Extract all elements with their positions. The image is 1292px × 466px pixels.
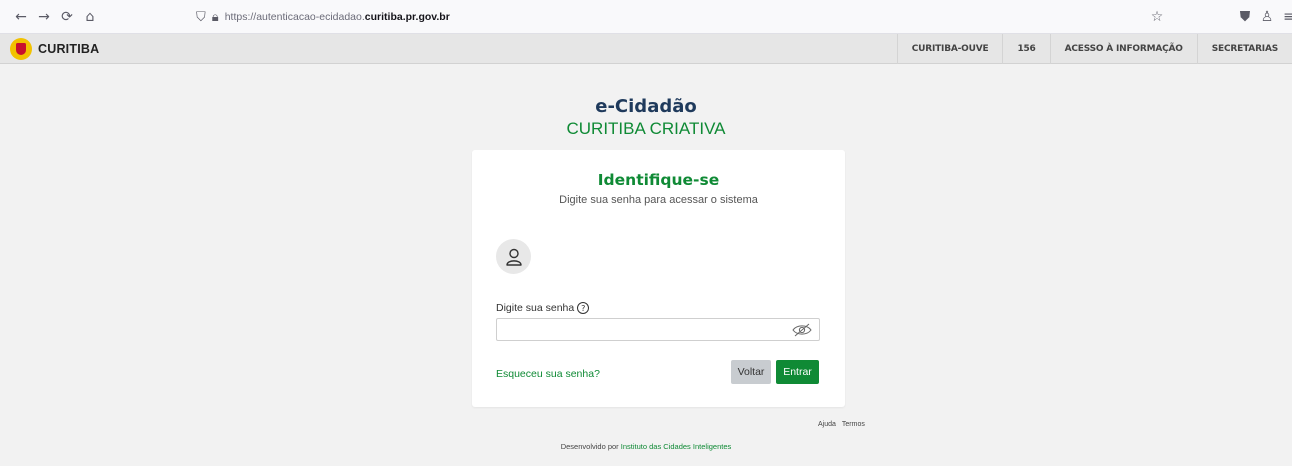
app-subtitle: CURITIBA CRIATIVA	[566, 119, 726, 138]
developed-by-text: Desenvolvido por	[560, 442, 619, 451]
password-label: Digite sua senha ?	[496, 302, 590, 314]
forward-arrow-icon[interactable]: →	[35, 8, 53, 26]
login-instructions: Digite sua senha para acessar o sistema	[559, 194, 758, 206]
brand-name: CURITIBA	[38, 42, 100, 56]
extension-icon[interactable]: ♙	[1258, 8, 1276, 26]
home-icon[interactable]: ⌂	[81, 8, 99, 26]
coat-of-arms-logo-icon	[10, 38, 32, 60]
bookmark-star-icon[interactable]: ☆	[1148, 8, 1166, 26]
password-input[interactable]	[496, 318, 820, 341]
login-heading: Identifique-se	[597, 171, 720, 189]
lock-icon[interactable]: 🔒︎	[212, 10, 219, 25]
password-label-text: Digite sua senha	[496, 302, 575, 314]
forgot-password-link[interactable]: Esqueceu sua senha?	[496, 368, 600, 380]
user-icon	[505, 248, 522, 266]
help-link[interactable]: Ajuda	[818, 421, 836, 428]
terms-link[interactable]: Termos	[842, 421, 865, 428]
login-card: Identifique-se Digite sua senha para ace…	[472, 150, 845, 407]
shield-icon[interactable]: ⛉	[196, 10, 206, 25]
eye-off-icon[interactable]	[790, 321, 814, 338]
address-bar[interactable]: ⛉ 🔒︎ https://autenticacao-ecidadao. curit…	[196, 6, 450, 28]
brand[interactable]: CURITIBA	[10, 38, 99, 60]
pocket-icon[interactable]: ⛊	[1236, 8, 1254, 26]
menu-icon[interactable]: ≡	[1280, 8, 1292, 26]
reload-icon[interactable]: ⟳	[58, 8, 76, 26]
browser-toolbar: ← → ⟳ ⌂ ⛉ 🔒︎ https://autenticacao-ecidad…	[0, 0, 1292, 34]
submit-button[interactable]: Entrar	[776, 360, 819, 384]
footer-credit: Desenvolvido por Instituto das Cidades I…	[0, 442, 1292, 451]
app-title: e-Cidadão	[595, 96, 697, 117]
nav-link-156[interactable]: 156	[1002, 34, 1049, 64]
url-domain: curitiba.pr.gov.br	[364, 11, 450, 23]
back-button[interactable]: Voltar	[731, 360, 771, 384]
user-avatar	[496, 239, 531, 274]
nav-link-acesso-informacao[interactable]: ACESSO À INFORMAÇÃO	[1049, 34, 1197, 64]
question-circle-icon[interactable]: ?	[577, 302, 590, 314]
nav-link-curitiba-ouve[interactable]: CURITIBA-OUVE	[896, 34, 1003, 64]
footer-links: Ajuda Termos	[818, 421, 865, 428]
developer-link[interactable]: Instituto das Cidades Inteligentes	[621, 442, 732, 451]
nav-link-secretarias[interactable]: SECRETARIAS	[1196, 34, 1292, 64]
url-prefix: https://autenticacao-ecidadao.	[224, 11, 365, 23]
back-arrow-icon[interactable]: ←	[12, 8, 30, 26]
top-nav: CURITIBA-OUVE 156 ACESSO À INFORMAÇÃO SE…	[896, 34, 1292, 64]
site-header: CURITIBA CURITIBA-OUVE 156 ACESSO À INFO…	[0, 34, 1292, 64]
